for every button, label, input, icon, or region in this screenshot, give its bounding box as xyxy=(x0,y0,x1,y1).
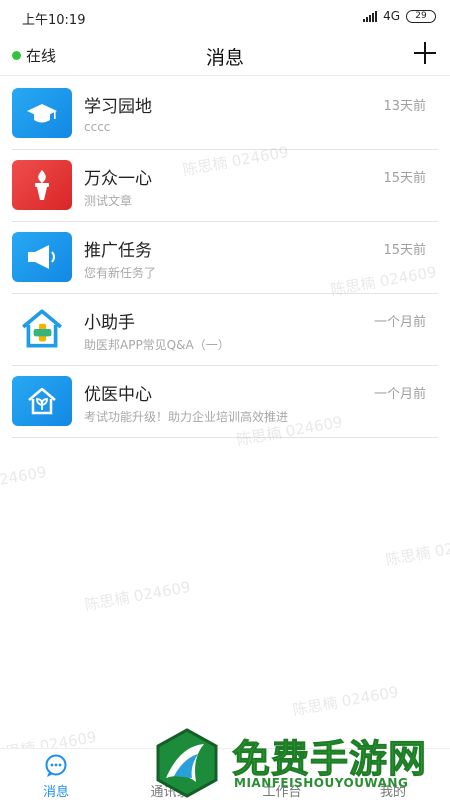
status-time: 上午10:19 xyxy=(22,13,86,28)
message-title: 优医中心 xyxy=(84,385,152,405)
house-cross-icon xyxy=(12,304,72,354)
status-bar: 上午10:19 4G 29 xyxy=(0,0,450,34)
message-item-youyi-center[interactable]: 优医中心 考试功能升级！助力企业培训高效推进 一个月前 xyxy=(12,366,438,438)
message-list: 学习园地 cccc 13天前 万众一心 测试文章 15天前 推广任务 您有新任务… xyxy=(0,78,450,438)
message-item-study-garden[interactable]: 学习园地 cccc 13天前 xyxy=(12,78,438,150)
network-label: 4G xyxy=(383,9,400,23)
promo-title: 免费手游网 xyxy=(231,737,428,782)
watermark: 陈思楠 024609 xyxy=(83,577,192,615)
message-time: 15天前 xyxy=(383,171,426,186)
chat-bubble-icon xyxy=(45,754,67,777)
watermark: 陈思楠 024609 xyxy=(384,532,450,570)
add-button[interactable] xyxy=(414,42,436,64)
promo-subtitle: MIANFEISHOUYOUWANG xyxy=(234,776,409,790)
message-title: 小助手 xyxy=(84,313,135,333)
watermark: 陈思楠 024609 xyxy=(0,462,48,499)
watermark: 陈思楠 024609 xyxy=(291,682,400,720)
message-time: 一个月前 xyxy=(373,315,426,330)
message-title: 万众一心 xyxy=(84,169,152,189)
message-item-assistant[interactable]: 小助手 助医邦APP常见Q&A（一） 一个月前 xyxy=(12,294,438,366)
message-title: 推广任务 xyxy=(84,241,152,261)
message-preview: 助医邦APP常见Q&A（一） xyxy=(84,338,230,352)
message-preview: 测试文章 xyxy=(84,194,133,208)
signal-icon xyxy=(363,10,378,22)
message-preview: 您有新任务了 xyxy=(84,266,157,280)
message-preview: 考试功能升级！助力企业培训高效推进 xyxy=(84,410,289,424)
message-title: 学习园地 xyxy=(84,97,152,117)
tab-label: 消息 xyxy=(42,785,69,800)
message-time: 一个月前 xyxy=(373,387,426,402)
battery-icon: 29 xyxy=(406,9,436,23)
message-preview: cccc xyxy=(84,120,111,134)
graduation-cap-icon xyxy=(12,88,72,138)
tab-messages[interactable]: 消息 xyxy=(11,749,101,800)
status-indicators: 4G 29 xyxy=(363,9,436,23)
house-leaf-icon xyxy=(12,376,72,426)
message-time: 15天前 xyxy=(383,243,426,258)
promo-logo-icon xyxy=(156,728,218,798)
message-item-promotion-task[interactable]: 推广任务 您有新任务了 15天前 xyxy=(12,222,438,294)
message-item-unity[interactable]: 万众一心 测试文章 15天前 xyxy=(12,150,438,222)
top-bar: 在线 消息 xyxy=(0,34,450,76)
page-title: 消息 xyxy=(205,47,244,69)
megaphone-icon xyxy=(12,232,72,282)
message-time: 13天前 xyxy=(383,99,426,114)
torch-icon xyxy=(12,160,72,210)
